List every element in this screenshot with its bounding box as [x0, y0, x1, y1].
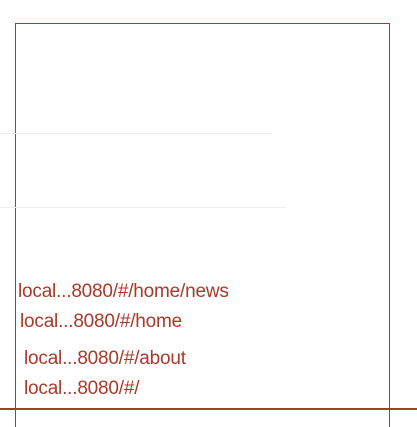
- history-entry-about: local...8080/#/about: [24, 348, 186, 369]
- history-entry-root: local...8080/#/: [24, 378, 140, 399]
- divider: [0, 133, 272, 134]
- history-entry-home-news: local...8080/#/home/news: [18, 281, 229, 302]
- divider: [0, 207, 286, 208]
- history-entry-home: local...8080/#/home: [20, 311, 183, 332]
- bottom-rule: [0, 408, 417, 410]
